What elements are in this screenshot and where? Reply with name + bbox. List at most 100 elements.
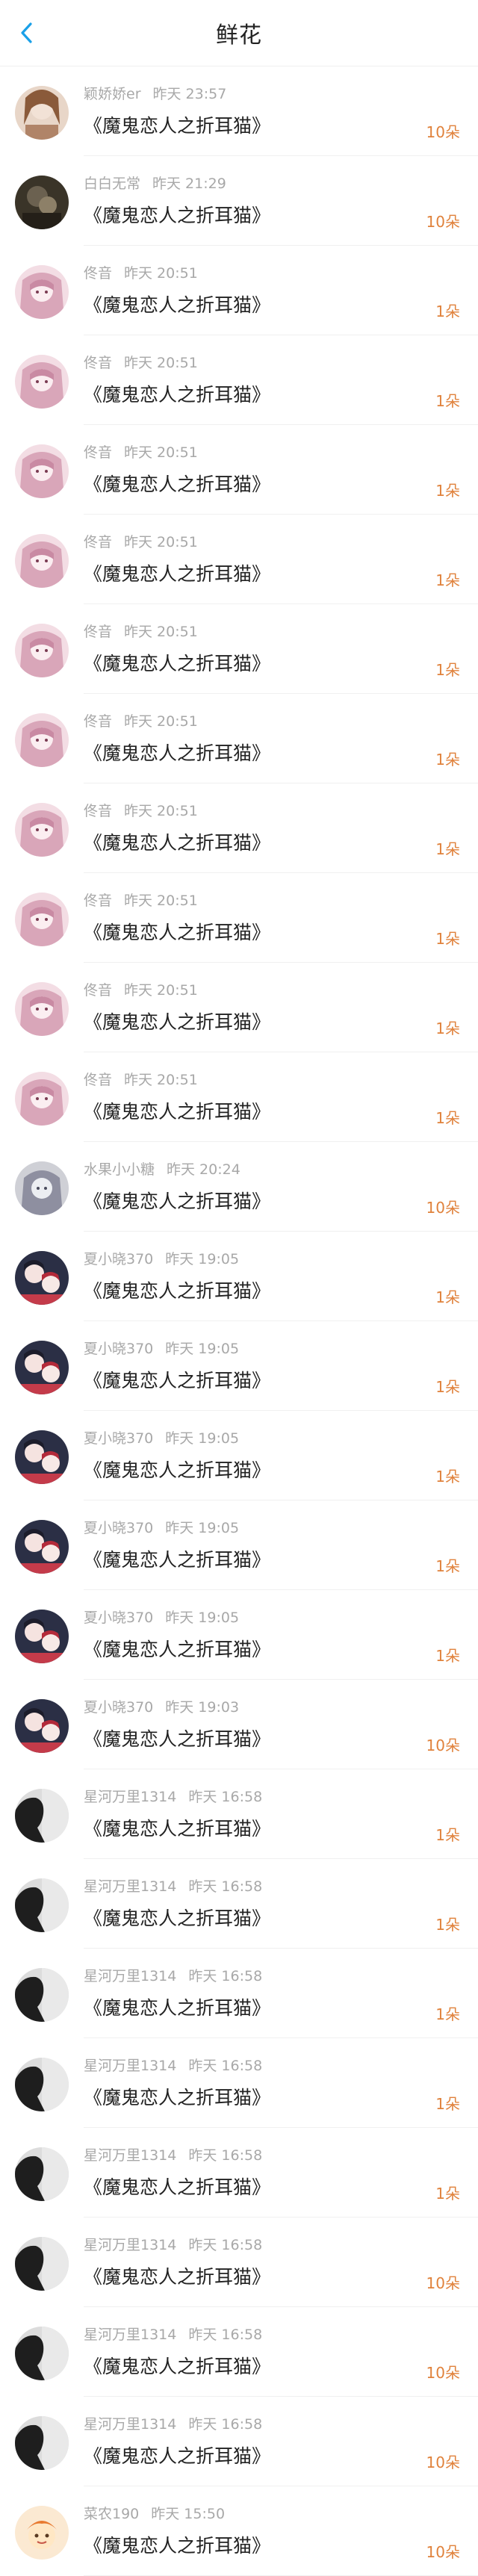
avatar[interactable] xyxy=(15,2327,69,2380)
avatar[interactable] xyxy=(15,2416,69,2470)
flower-record-row[interactable]: 夏小晓370 昨天 19:05 《魔鬼恋人之折耳猫》 1朵 xyxy=(0,1232,478,1321)
flower-record-row[interactable]: 星河万里1314 昨天 16:58 《魔鬼恋人之折耳猫》 10朵 xyxy=(0,2397,478,2486)
book-title[interactable]: 《魔鬼恋人之折耳猫》 xyxy=(84,1276,270,1303)
avatar[interactable] xyxy=(15,355,69,409)
username[interactable]: 佟音 xyxy=(84,803,112,819)
flower-record-row[interactable]: 星河万里1314 昨天 16:58 《魔鬼恋人之折耳猫》 1朵 xyxy=(0,1769,478,1859)
avatar[interactable] xyxy=(15,1610,69,1663)
avatar[interactable] xyxy=(15,265,69,319)
username[interactable]: 夏小晓370 xyxy=(84,1430,153,1447)
avatar[interactable] xyxy=(15,444,69,498)
avatar[interactable] xyxy=(15,2237,69,2291)
avatar[interactable] xyxy=(15,1520,69,1574)
avatar[interactable] xyxy=(15,2147,69,2201)
flower-record-row[interactable]: 佟音 昨天 20:51 《魔鬼恋人之折耳猫》 1朵 xyxy=(0,335,478,425)
book-title[interactable]: 《魔鬼恋人之折耳猫》 xyxy=(84,2262,270,2289)
flower-record-row[interactable]: 夏小晓370 昨天 19:05 《魔鬼恋人之折耳猫》 1朵 xyxy=(0,1411,478,1500)
username[interactable]: 夏小晓370 xyxy=(84,1699,153,1716)
book-title[interactable]: 《魔鬼恋人之折耳猫》 xyxy=(84,2352,270,2379)
flower-record-row[interactable]: 星河万里1314 昨天 16:58 《魔鬼恋人之折耳猫》 10朵 xyxy=(0,2217,478,2307)
username[interactable]: 夏小晓370 xyxy=(84,1610,153,1626)
avatar[interactable] xyxy=(15,176,69,229)
flower-record-row[interactable]: 颖娇娇er 昨天 23:57 《魔鬼恋人之折耳猫》 10朵 xyxy=(0,66,478,156)
flower-record-row[interactable]: 佟音 昨天 20:51 《魔鬼恋人之折耳猫》 1朵 xyxy=(0,873,478,963)
username[interactable]: 星河万里1314 xyxy=(84,1789,176,1805)
flower-record-row[interactable]: 星河万里1314 昨天 16:58 《魔鬼恋人之折耳猫》 1朵 xyxy=(0,2038,478,2128)
username[interactable]: 星河万里1314 xyxy=(84,2416,176,2433)
flower-record-row[interactable]: 星河万里1314 昨天 16:58 《魔鬼恋人之折耳猫》 1朵 xyxy=(0,1949,478,2038)
flower-record-row[interactable]: 星河万里1314 昨天 16:58 《魔鬼恋人之折耳猫》 1朵 xyxy=(0,2128,478,2217)
book-title[interactable]: 《魔鬼恋人之折耳猫》 xyxy=(84,2531,270,2558)
username[interactable]: 佟音 xyxy=(84,713,112,730)
flower-record-row[interactable]: 佟音 昨天 20:51 《魔鬼恋人之折耳猫》 1朵 xyxy=(0,246,478,335)
username[interactable]: 白白无常 xyxy=(84,176,140,192)
book-title[interactable]: 《魔鬼恋人之折耳猫》 xyxy=(84,380,270,407)
username[interactable]: 星河万里1314 xyxy=(84,2327,176,2343)
username[interactable]: 佟音 xyxy=(84,982,112,999)
username[interactable]: 佟音 xyxy=(84,893,112,909)
book-title[interactable]: 《魔鬼恋人之折耳猫》 xyxy=(84,2442,270,2468)
flower-record-row[interactable]: 夏小晓370 昨天 19:05 《魔鬼恋人之折耳猫》 1朵 xyxy=(0,1500,478,1590)
book-title[interactable]: 《魔鬼恋人之折耳猫》 xyxy=(84,559,270,586)
avatar[interactable] xyxy=(15,1251,69,1305)
username[interactable]: 星河万里1314 xyxy=(84,1878,176,1895)
username[interactable]: 夏小晓370 xyxy=(84,1251,153,1267)
book-title[interactable]: 《魔鬼恋人之折耳猫》 xyxy=(84,918,270,945)
username[interactable]: 佟音 xyxy=(84,444,112,461)
book-title[interactable]: 《魔鬼恋人之折耳猫》 xyxy=(84,828,270,855)
username[interactable]: 星河万里1314 xyxy=(84,1968,176,1984)
username[interactable]: 佟音 xyxy=(84,1072,112,1088)
book-title[interactable]: 《魔鬼恋人之折耳猫》 xyxy=(84,739,270,766)
book-title[interactable]: 《魔鬼恋人之折耳猫》 xyxy=(84,1187,270,1214)
book-title[interactable]: 《魔鬼恋人之折耳猫》 xyxy=(84,1904,270,1931)
username[interactable]: 颖娇娇er xyxy=(84,86,141,102)
flower-record-row[interactable]: 佟音 昨天 20:51 《魔鬼恋人之折耳猫》 1朵 xyxy=(0,783,478,873)
avatar[interactable] xyxy=(15,893,69,946)
flower-record-row[interactable]: 佟音 昨天 20:51 《魔鬼恋人之折耳猫》 1朵 xyxy=(0,1052,478,1142)
avatar[interactable] xyxy=(15,1878,69,1932)
avatar[interactable] xyxy=(15,1789,69,1843)
username[interactable]: 星河万里1314 xyxy=(84,2058,176,2074)
book-title[interactable]: 《魔鬼恋人之折耳猫》 xyxy=(84,111,270,138)
avatar[interactable] xyxy=(15,1968,69,2022)
flower-record-row[interactable]: 星河万里1314 昨天 16:58 《魔鬼恋人之折耳猫》 10朵 xyxy=(0,2307,478,2397)
book-title[interactable]: 《魔鬼恋人之折耳猫》 xyxy=(84,2083,270,2110)
flower-record-row[interactable]: 夏小晓370 昨天 19:05 《魔鬼恋人之折耳猫》 1朵 xyxy=(0,1321,478,1411)
book-title[interactable]: 《魔鬼恋人之折耳猫》 xyxy=(84,649,270,676)
flower-record-row[interactable]: 白白无常 昨天 21:29 《魔鬼恋人之折耳猫》 10朵 xyxy=(0,156,478,246)
flower-record-row[interactable]: 佟音 昨天 20:51 《魔鬼恋人之折耳猫》 1朵 xyxy=(0,515,478,604)
avatar[interactable] xyxy=(15,2506,69,2560)
book-title[interactable]: 《魔鬼恋人之折耳猫》 xyxy=(84,1635,270,1662)
avatar[interactable] xyxy=(15,982,69,1036)
flower-record-row[interactable]: 佟音 昨天 20:51 《魔鬼恋人之折耳猫》 1朵 xyxy=(0,425,478,515)
username[interactable]: 夏小晓370 xyxy=(84,1341,153,1357)
book-title[interactable]: 《魔鬼恋人之折耳猫》 xyxy=(84,1008,270,1034)
username[interactable]: 星河万里1314 xyxy=(84,2237,176,2253)
username[interactable]: 佟音 xyxy=(84,355,112,371)
book-title[interactable]: 《魔鬼恋人之折耳猫》 xyxy=(84,1545,270,1572)
avatar[interactable] xyxy=(15,86,69,140)
username[interactable]: 夏小晓370 xyxy=(84,1520,153,1536)
avatar[interactable] xyxy=(15,803,69,857)
flower-record-row[interactable]: 星河万里1314 昨天 16:58 《魔鬼恋人之折耳猫》 1朵 xyxy=(0,1859,478,1949)
flower-record-row[interactable]: 佟音 昨天 20:51 《魔鬼恋人之折耳猫》 1朵 xyxy=(0,694,478,783)
book-title[interactable]: 《魔鬼恋人之折耳猫》 xyxy=(84,1366,270,1393)
avatar[interactable] xyxy=(15,1341,69,1394)
book-title[interactable]: 《魔鬼恋人之折耳猫》 xyxy=(84,470,270,497)
avatar[interactable] xyxy=(15,2058,69,2111)
flower-record-row[interactable]: 佟音 昨天 20:51 《魔鬼恋人之折耳猫》 1朵 xyxy=(0,604,478,694)
username[interactable]: 菜农190 xyxy=(84,2506,139,2522)
username[interactable]: 佟音 xyxy=(84,534,112,550)
username[interactable]: 水果小小糖 xyxy=(84,1161,155,1178)
avatar[interactable] xyxy=(15,1161,69,1215)
book-title[interactable]: 《魔鬼恋人之折耳猫》 xyxy=(84,291,270,317)
flower-record-row[interactable]: 夏小晓370 昨天 19:03 《魔鬼恋人之折耳猫》 10朵 xyxy=(0,1680,478,1769)
flower-record-row[interactable]: 水果小小糖 昨天 20:24 《魔鬼恋人之折耳猫》 10朵 xyxy=(0,1142,478,1232)
flower-record-row[interactable]: 夏小晓370 昨天 19:05 《魔鬼恋人之折耳猫》 1朵 xyxy=(0,1590,478,1680)
avatar[interactable] xyxy=(15,713,69,767)
avatar[interactable] xyxy=(15,1699,69,1753)
avatar[interactable] xyxy=(15,1072,69,1126)
username[interactable]: 佟音 xyxy=(84,624,112,640)
book-title[interactable]: 《魔鬼恋人之折耳猫》 xyxy=(84,1725,270,1751)
avatar[interactable] xyxy=(15,534,69,588)
